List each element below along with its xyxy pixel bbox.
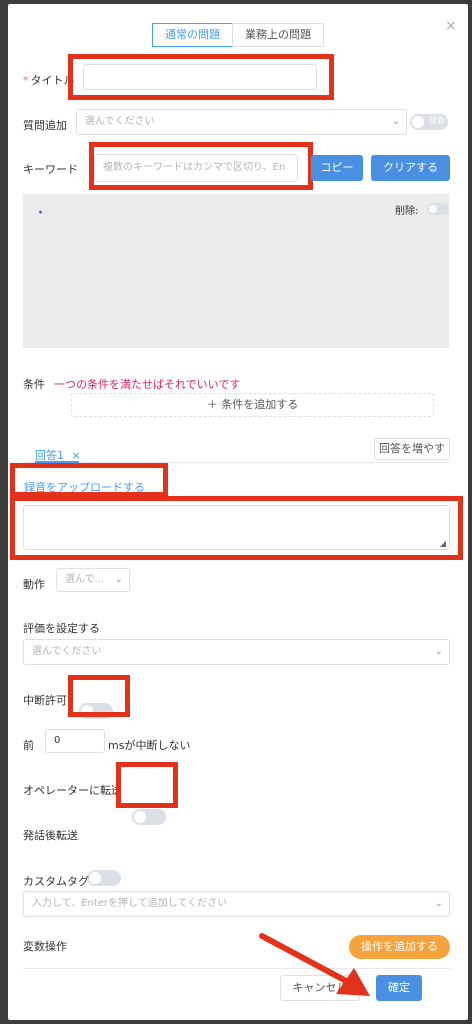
footer-divider (23, 968, 450, 969)
pre-ms-input[interactable]: 0 (45, 729, 105, 753)
highlight-answer-text (10, 496, 463, 560)
transfer-operator-toggle[interactable] (132, 809, 166, 825)
chevron-down-icon: ⌄ (434, 646, 443, 657)
delete-toggle[interactable] (427, 203, 449, 215)
variable-label: 変数操作 (23, 940, 67, 953)
tab-normal-question[interactable]: 通常の問題 (152, 23, 233, 47)
keyword-list-area: ・ 削除: (23, 194, 449, 348)
highlight-interrupt (68, 675, 130, 717)
keyword-label: キーワード (23, 163, 78, 176)
action-label: 動作 (23, 578, 45, 591)
condition-label: 条件 (23, 378, 45, 391)
keyword-dot: ・ (35, 206, 46, 219)
custom-tag-placeholder: 入力して、Enterを押して追加してください (32, 898, 228, 909)
confirm-button[interactable]: 確定 (376, 975, 422, 1001)
question-add-label: 質問追加 (23, 119, 67, 132)
highlight-keyword (89, 142, 313, 190)
search-toggle-label: 検索 (429, 116, 445, 125)
question-type-tabs: 通常の問題 業務上の問題 (152, 23, 324, 47)
copy-button[interactable]: コピー (311, 155, 363, 181)
title-label: * タイトル (23, 72, 75, 88)
close-icon[interactable]: × (445, 18, 457, 34)
custom-tag-label: カスタムタグ (23, 875, 89, 888)
dialog: × 通常の問題 業務上の問題 * タイトル 質問追加 選んでください ⌄ 検索 キ… (8, 4, 468, 1020)
interrupt-label: 中断許可 (23, 694, 67, 707)
question-add-select[interactable]: 選んでください ⌄ (76, 109, 407, 135)
highlight-title (68, 54, 334, 100)
after-transfer-label: 発話後転送 (23, 829, 78, 842)
custom-tag-input[interactable]: 入力して、Enterを押して追加してください ⌄ (23, 891, 450, 917)
condition-hint: 一つの条件を満たせばそれでいいです (54, 378, 241, 391)
pre-suffix: msが中断しない (108, 739, 191, 752)
action-placeholder: 選んで... (65, 574, 105, 585)
delete-label: 削除: (395, 206, 419, 217)
clear-button[interactable]: クリアする (371, 155, 450, 181)
add-answer-button[interactable]: 回答を増やす (374, 438, 450, 460)
chevron-down-icon: ⌄ (114, 574, 123, 585)
highlight-transfer-operator (116, 762, 178, 808)
evaluation-select[interactable]: 選んでください ⌄ (23, 639, 450, 665)
after-transfer-toggle[interactable] (87, 870, 121, 886)
chevron-down-icon: ⌄ (391, 116, 400, 127)
tab-business-question[interactable]: 業務上の問題 (232, 23, 324, 47)
transfer-operator-label: オペレーターに転送 (23, 784, 121, 797)
action-select[interactable]: 選んで... ⌄ (56, 568, 130, 592)
pre-label: 前 (23, 739, 34, 752)
evaluation-label: 評価を設定する (23, 622, 100, 635)
question-add-placeholder: 選んでください (85, 116, 155, 127)
highlight-upload (10, 463, 168, 497)
red-arrow-icon (259, 933, 370, 996)
required-mark: * (23, 74, 29, 87)
add-condition-button[interactable]: ＋ 条件を追加する (71, 393, 434, 417)
evaluation-placeholder: 選んでください (32, 646, 102, 657)
chevron-down-icon: ⌄ (434, 898, 443, 909)
